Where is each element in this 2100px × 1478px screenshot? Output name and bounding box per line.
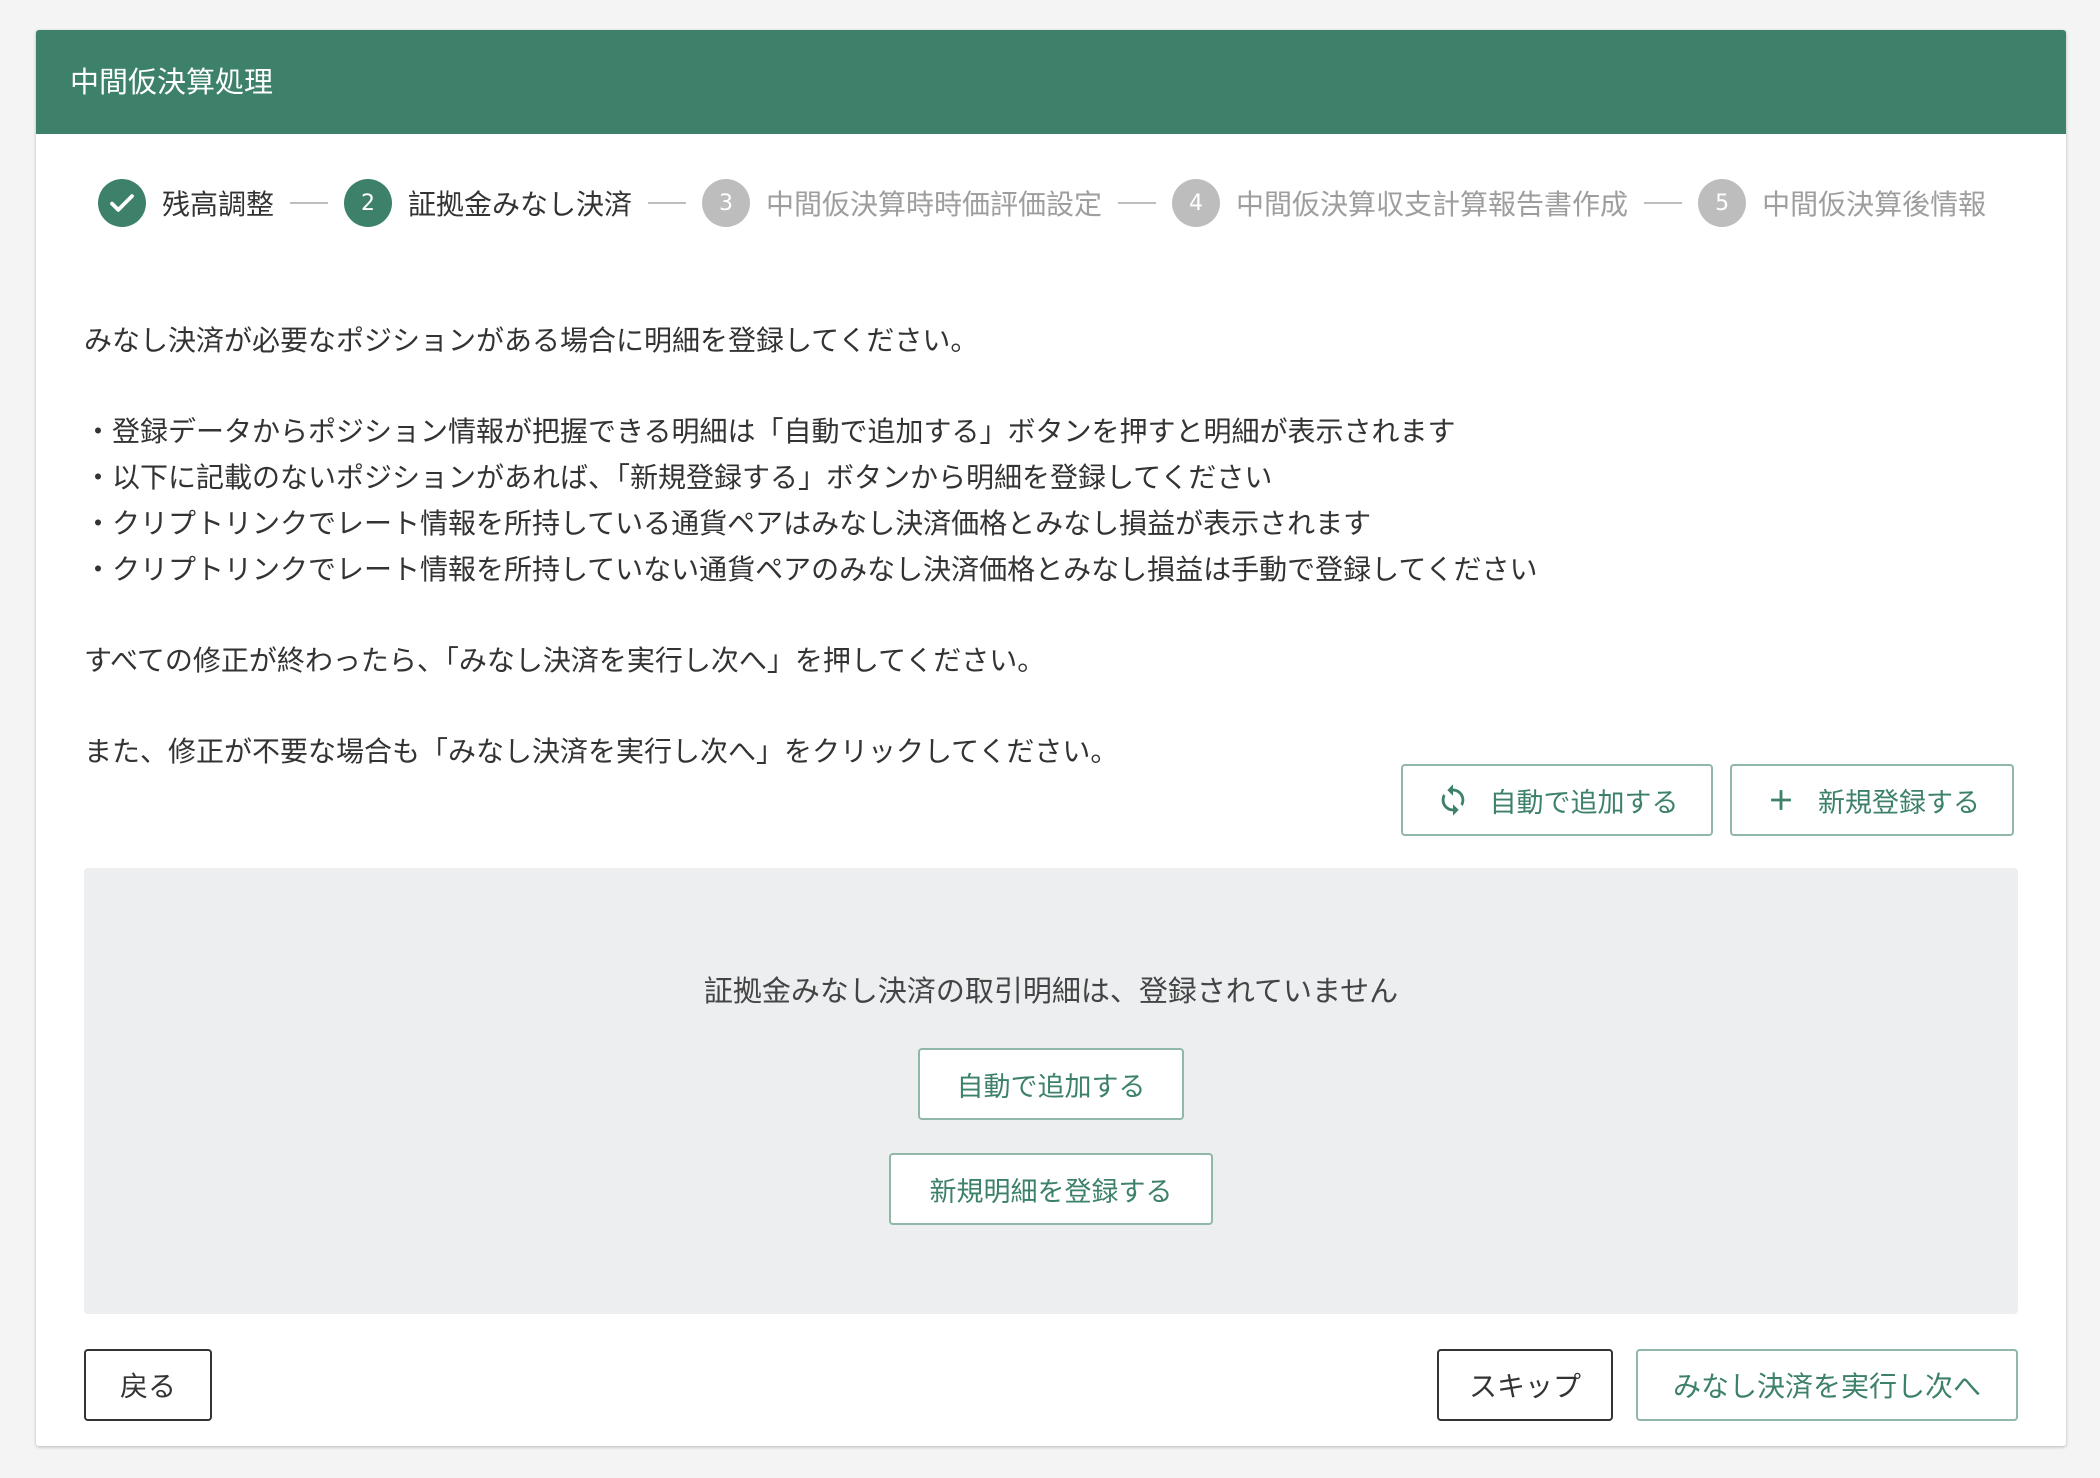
check-icon	[98, 179, 146, 227]
empty-auto-add-button[interactable]: 自動で追加する	[918, 1048, 1184, 1120]
step-label: 中間仮決算時時価評価設定	[766, 188, 1103, 221]
plus-icon	[1764, 783, 1798, 817]
back-button[interactable]: 戻る	[84, 1349, 212, 1421]
new-register-label: 新規登録する	[1818, 787, 1980, 819]
step-connector	[648, 202, 687, 204]
instruction-bullet: ・登録データからポジション情報が把握できる明細は「自動で追加する」ボタンを押すと…	[84, 415, 1456, 448]
new-detail-button[interactable]: 新規明細を登録する	[889, 1153, 1213, 1225]
step-connector	[1644, 202, 1683, 204]
step-number: 5	[1698, 179, 1747, 227]
step-connector	[1118, 202, 1157, 204]
new-register-button[interactable]: 新規登録する	[1730, 764, 2014, 836]
step-report-creation: 4 中間仮決算収支計算報告書作成	[1172, 179, 1628, 227]
auto-add-button[interactable]: 自動で追加する	[1401, 764, 1713, 836]
instruction-intro: みなし決済が必要なポジションがある場合に明細を登録してください。	[84, 324, 979, 357]
step-number: 4	[1172, 179, 1221, 227]
skip-button[interactable]: スキップ	[1437, 1349, 1613, 1421]
action-row: 自動で追加する 新規登録する	[1401, 764, 2014, 836]
empty-state-panel: 証拠金みなし決済の取引明細は、登録されていません 自動で追加する 新規明細を登録…	[84, 868, 2018, 1314]
settlement-card: 中間仮決算処理 残高調整 2 証拠金みなし決済 3 中間仮決算時時価評価設定 4…	[36, 30, 2066, 1446]
step-market-valuation: 3 中間仮決算時時価評価設定	[702, 179, 1102, 227]
sync-icon	[1436, 783, 1470, 817]
instruction-bullet: ・クリプトリンクでレート情報を所持している通貨ペアはみなし決済価格とみなし損益が…	[84, 507, 1372, 540]
auto-add-label: 自動で追加する	[1489, 787, 1679, 819]
step-label: 証拠金みなし決済	[408, 188, 633, 221]
instructions: みなし決済が必要なポジションがある場合に明細を登録してください。 ・登録データか…	[84, 318, 1984, 775]
step-margin-settlement: 2 証拠金みなし決済	[344, 179, 632, 227]
step-label: 中間仮決算収支計算報告書作成	[1236, 188, 1629, 221]
instruction-after-edit: すべての修正が終わったら、「みなし決済を実行し次へ」を押してください。	[84, 644, 1046, 677]
instruction-bullet: ・以下に記載のないポジションがあれば、「新規登録する」ボタンから明細を登録してく…	[84, 461, 1273, 494]
execute-next-button[interactable]: みなし決済を実行し次へ	[1636, 1349, 2018, 1421]
step-number: 2	[344, 179, 393, 227]
page-title: 中間仮決算処理	[36, 30, 2066, 134]
step-label: 中間仮決算後情報	[1762, 188, 1987, 221]
step-label: 残高調整	[162, 188, 275, 221]
empty-state-message: 証拠金みなし決済の取引明細は、登録されていません	[703, 974, 1399, 1008]
step-post-settlement-info: 5 中間仮決算後情報	[1698, 179, 1986, 227]
instruction-bullet: ・クリプトリンクでレート情報を所持していない通貨ペアのみなし決済価格とみなし損益…	[84, 553, 1538, 586]
step-connector	[290, 202, 329, 204]
step-balance-adjustment: 残高調整	[98, 179, 274, 227]
step-number: 3	[702, 179, 751, 227]
stepper: 残高調整 2 証拠金みなし決済 3 中間仮決算時時価評価設定 4 中間仮決算収支…	[98, 175, 1986, 231]
